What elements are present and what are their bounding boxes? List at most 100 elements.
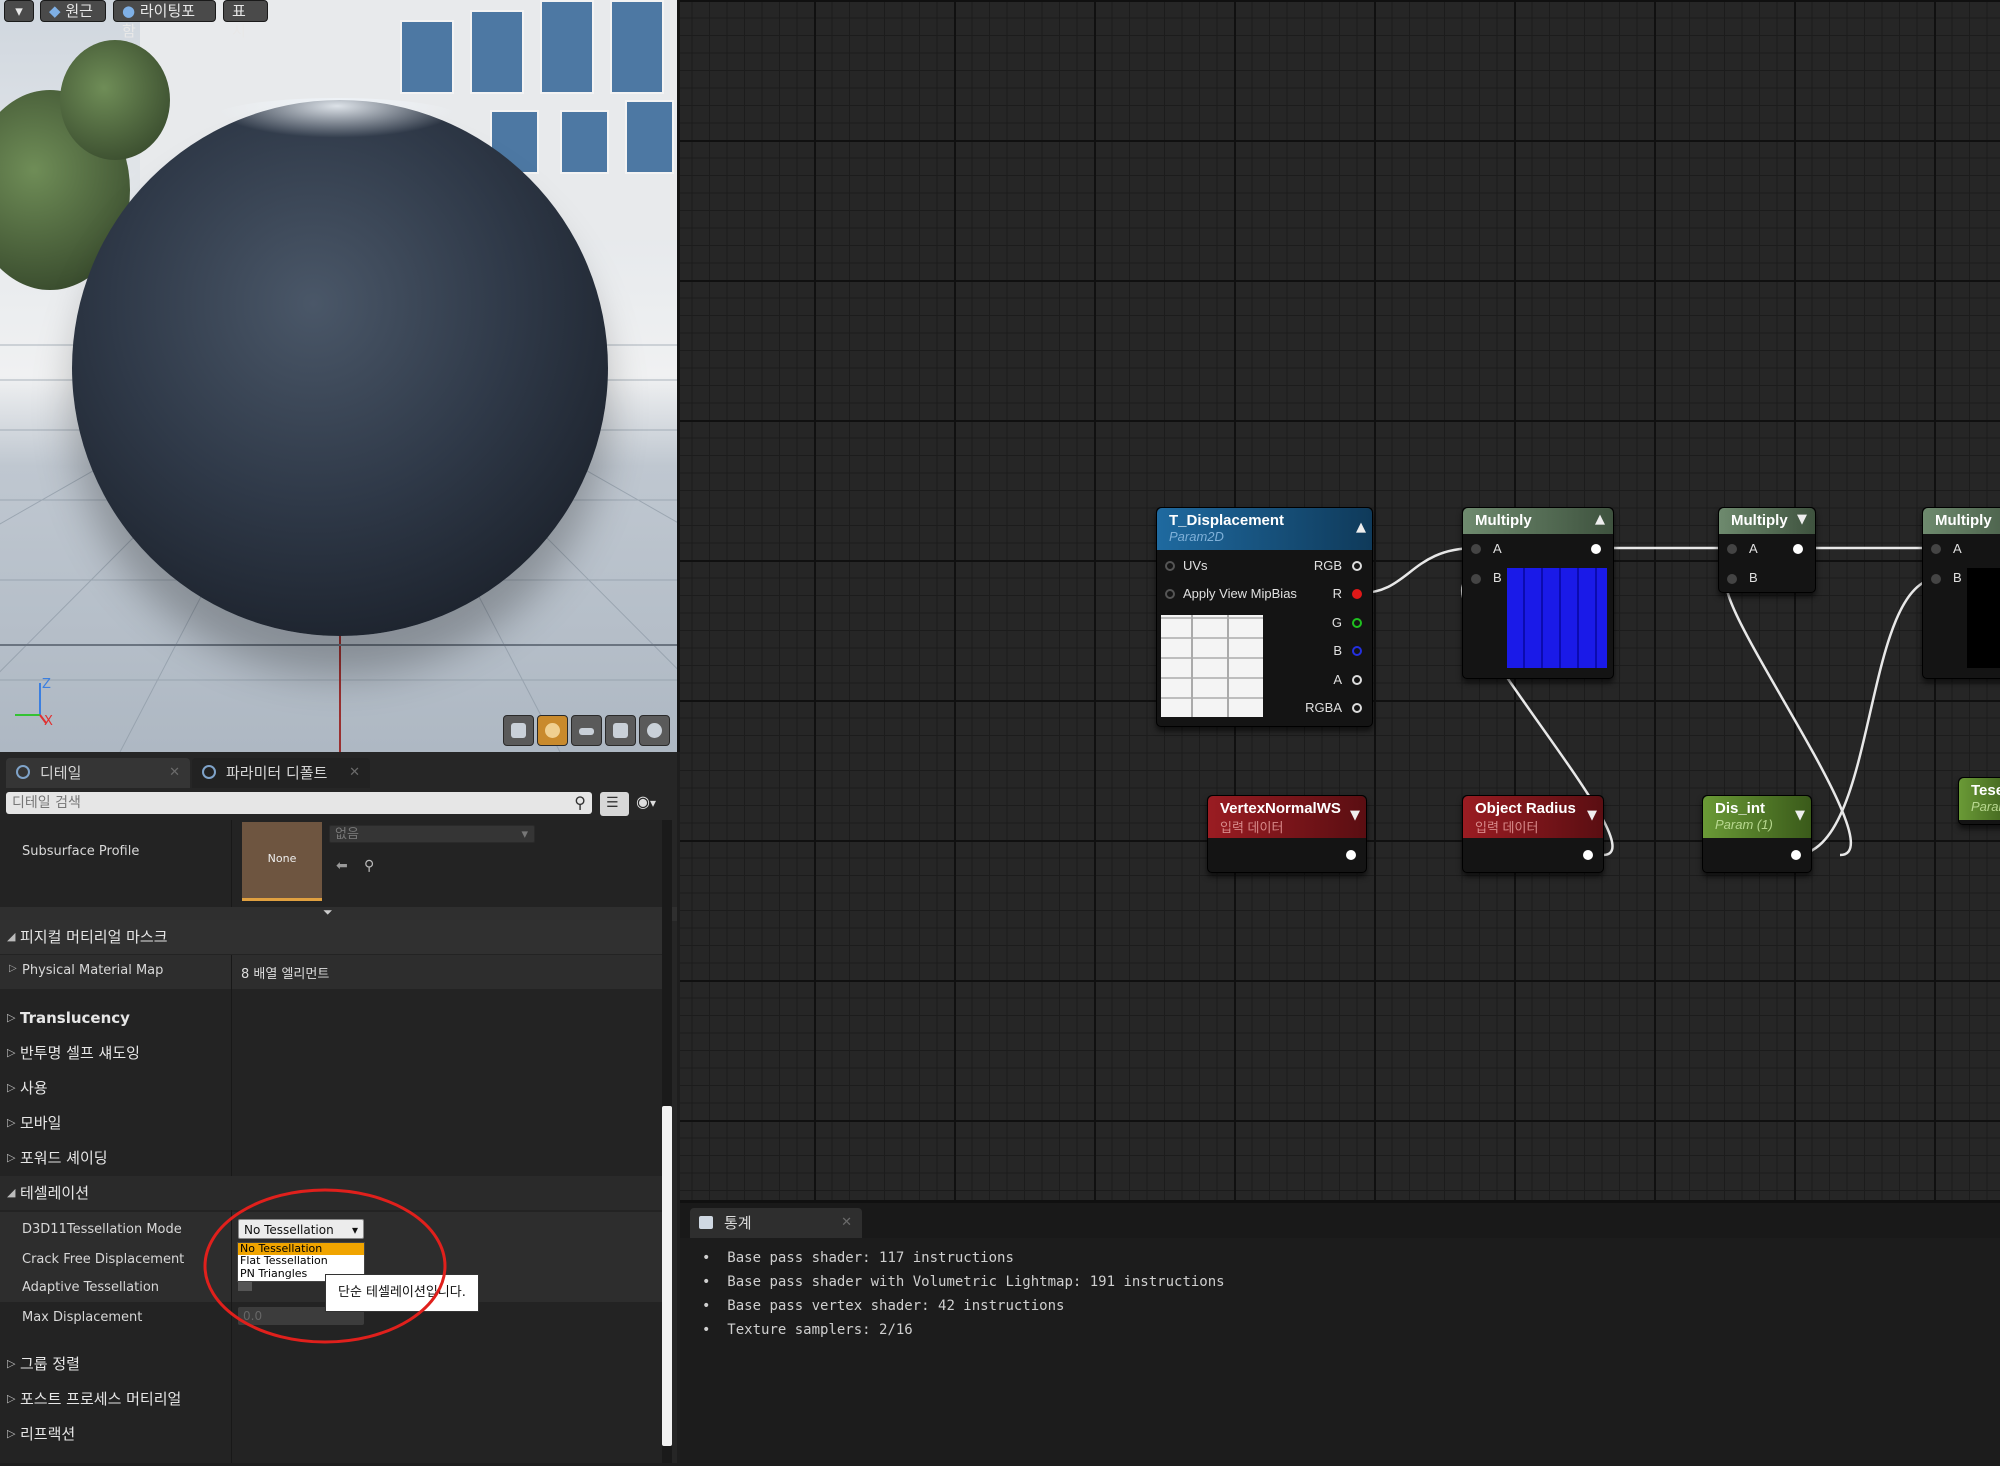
- category-physical-material-mask[interactable]: ◢ 피지컬 머티리얼 마스크: [0, 920, 662, 954]
- node-dis-int[interactable]: Dis_int Param (1) ▼: [1702, 795, 1812, 873]
- node-tessellation-param[interactable]: Tese Param: [1958, 777, 2000, 825]
- collapse-arrow-icon[interactable]: ▼: [1587, 808, 1597, 823]
- details-search-input[interactable]: 디테일 검색 ⚲: [6, 792, 592, 814]
- category-forward-shading[interactable]: ▷ 포워드 셰이딩: [0, 1141, 662, 1175]
- node-object-radius[interactable]: Object Radius 입력 데이터 ▼: [1462, 795, 1604, 873]
- pin-label-g: G: [1331, 615, 1342, 630]
- output-pin-rgb[interactable]: [1352, 561, 1362, 571]
- red-annotation-circle: [203, 1188, 447, 1344]
- node-t-displacement[interactable]: T_Displacement Param2D ▲ UVs Apply View …: [1156, 507, 1373, 727]
- input-pin-a[interactable]: [1931, 544, 1941, 554]
- texture-thumbnail: [1161, 615, 1263, 717]
- viewport-menu-button[interactable]: ▾: [4, 0, 34, 22]
- stat-line: • Base pass shader: 117 instructions: [702, 1250, 1014, 1266]
- node-multiply-2[interactable]: Multiply ▼ A B: [1718, 507, 1816, 593]
- teapot-icon: [647, 723, 662, 738]
- column-divider: [231, 955, 232, 989]
- category-label: 포스트 프로세스 머티리얼: [20, 1390, 182, 1408]
- output-pin[interactable]: [1591, 544, 1601, 554]
- preview-sphere-button[interactable]: [537, 715, 568, 746]
- category-group-sorting[interactable]: ▷ 그룹 정렬: [0, 1347, 662, 1381]
- input-pin-uvs[interactable]: [1165, 561, 1175, 571]
- close-icon[interactable]: ✕: [841, 1208, 852, 1238]
- node-multiply-1[interactable]: Multiply ▲ A B: [1462, 507, 1614, 679]
- input-pin-a[interactable]: [1727, 544, 1737, 554]
- category-mobile[interactable]: ▷ 모바일: [0, 1106, 662, 1140]
- tab-parameter-defaults[interactable]: 파라미터 디폴트 ✕: [192, 758, 370, 788]
- physical-material-map-label: Physical Material Map: [22, 963, 164, 978]
- category-post-process-material[interactable]: ▷ 포스트 프로세스 머티리얼: [0, 1382, 662, 1416]
- view-options-button[interactable]: ☰: [600, 792, 629, 816]
- pin-label-uvs: UVs: [1183, 558, 1208, 573]
- perspective-button[interactable]: ◆ 원근: [40, 0, 106, 22]
- preview-custom-mesh-button[interactable]: [639, 715, 670, 746]
- category-label: 리프랙션: [20, 1425, 76, 1443]
- preview-cylinder-button[interactable]: [503, 715, 534, 746]
- adaptive-tessellation-label: Adaptive Tessellation: [22, 1280, 160, 1295]
- list-icon: ☰: [606, 795, 619, 811]
- category-translucency-self-shadowing[interactable]: ▷ 반투명 셀프 섀도잉: [0, 1036, 662, 1070]
- cube-icon: [613, 723, 628, 738]
- node-header: T_Displacement Param2D: [1157, 508, 1372, 550]
- subsurface-profile-thumbnail[interactable]: None: [242, 822, 322, 901]
- show-button[interactable]: 표시: [223, 0, 268, 40]
- output-pin-g[interactable]: [1352, 618, 1362, 628]
- details-scrollbar[interactable]: [662, 820, 672, 1463]
- input-pin-b[interactable]: [1931, 574, 1941, 584]
- collapsed-triangle-icon: ▷: [7, 1116, 16, 1129]
- output-pin[interactable]: [1791, 850, 1801, 860]
- material-preview-viewport[interactable]: ▾ ◆ 원근 ● 라이팅포함 표시 Z X: [0, 0, 680, 752]
- collapsed-triangle-icon: ▷: [7, 1081, 16, 1094]
- scrollbar-thumb[interactable]: [662, 1106, 672, 1446]
- advanced-expander[interactable]: ⏷: [0, 905, 677, 921]
- close-icon[interactable]: ✕: [169, 758, 180, 788]
- input-pin-b[interactable]: [1727, 574, 1737, 584]
- output-pin-b[interactable]: [1352, 646, 1362, 656]
- collapsed-triangle-icon: ▷: [7, 1046, 16, 1059]
- close-icon[interactable]: ✕: [349, 758, 360, 788]
- browse-search-icon[interactable]: ⚲: [364, 858, 374, 874]
- output-pin[interactable]: [1793, 544, 1803, 554]
- material-graph-canvas[interactable]: T_Displacement Param2D ▲ UVs Apply View …: [680, 0, 2000, 1200]
- output-pin-r[interactable]: [1352, 589, 1362, 599]
- collapse-arrow-icon[interactable]: ▼: [1795, 808, 1805, 823]
- output-pin[interactable]: [1583, 850, 1593, 860]
- cylinder-icon: [511, 723, 526, 738]
- preview-cube-button[interactable]: [605, 715, 636, 746]
- collapse-arrow-icon[interactable]: ▲: [1356, 520, 1366, 535]
- collapsed-triangle-icon[interactable]: ▷: [9, 963, 17, 974]
- tab-stats[interactable]: 통계 ✕: [690, 1208, 862, 1238]
- preview-sphere: [72, 98, 608, 636]
- category-usage[interactable]: ▷ 사용: [0, 1071, 662, 1105]
- input-pin-mipbias[interactable]: [1165, 589, 1175, 599]
- tab-stats-label: 통계: [724, 1214, 752, 1232]
- collapse-arrow-icon[interactable]: ▼: [1350, 808, 1360, 823]
- use-selected-arrow-icon[interactable]: ⬅: [336, 858, 348, 874]
- collapse-arrow-icon[interactable]: ▲: [1595, 512, 1605, 527]
- node-vertex-normal-ws[interactable]: VertexNormalWS 입력 데이터 ▼: [1207, 795, 1367, 873]
- preview-plane-button[interactable]: [571, 715, 602, 746]
- input-pin-b[interactable]: [1471, 574, 1481, 584]
- output-pin[interactable]: [1346, 850, 1356, 860]
- node-header: VertexNormalWS 입력 데이터: [1208, 796, 1366, 838]
- output-pin-a[interactable]: [1352, 675, 1362, 685]
- node-title: Tese: [1971, 782, 2000, 799]
- output-pin-rgba[interactable]: [1352, 703, 1362, 713]
- category-refraction[interactable]: ▷ 리프랙션: [0, 1417, 662, 1451]
- subsurface-profile-combo[interactable]: 없음 ▾: [329, 825, 535, 843]
- stat-line: • Base pass shader with Volumetric Light…: [702, 1274, 1225, 1290]
- collapse-arrow-icon[interactable]: ▼: [1797, 512, 1807, 527]
- pin-label-rgb: RGB: [1313, 558, 1342, 573]
- tab-details[interactable]: 디테일 ✕: [6, 758, 190, 788]
- tessellation-mode-label: D3D11Tessellation Mode: [22, 1222, 182, 1237]
- input-pin-a[interactable]: [1471, 544, 1481, 554]
- pin-label-a: A: [1333, 672, 1342, 687]
- category-translucency[interactable]: ▷ Translucency: [0, 1001, 662, 1035]
- category-label: 테셀레이션: [20, 1184, 90, 1202]
- perspective-label: 원근: [65, 2, 93, 20]
- visibility-eye-button[interactable]: ◉▾: [636, 792, 656, 811]
- pin-label-a: A: [1493, 541, 1502, 556]
- node-multiply-3[interactable]: Multiply A B: [1922, 507, 2000, 679]
- lit-mode-button[interactable]: ● 라이팅포함: [113, 0, 216, 40]
- stat-text: Texture samplers: 2/16: [727, 1322, 913, 1338]
